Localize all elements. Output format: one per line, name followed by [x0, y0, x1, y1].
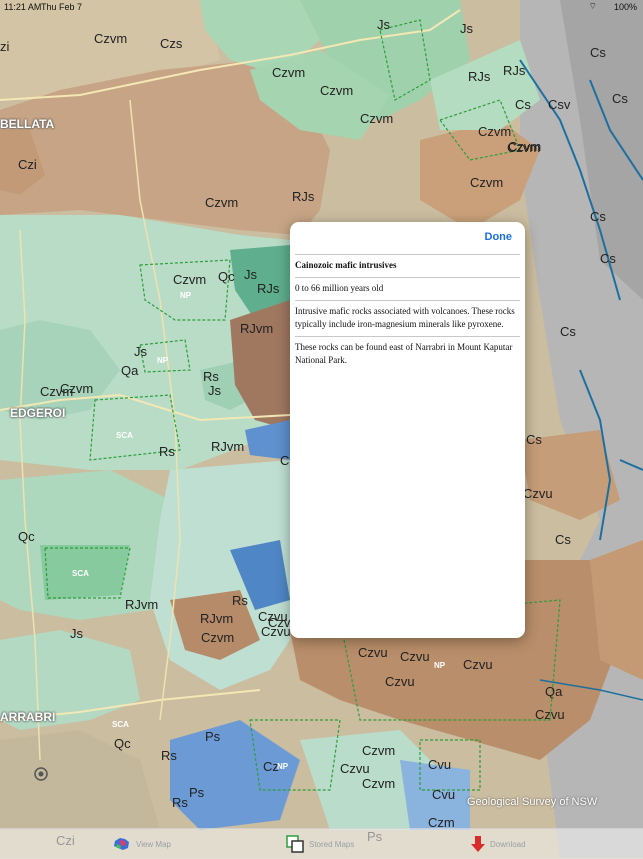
unit-age: 0 to 66 million years old	[295, 277, 520, 300]
unit-label[interactable]: RJvm	[240, 322, 273, 335]
stored-maps-label: Stored Maps	[309, 839, 355, 849]
unit-label[interactable]: Cvu	[432, 788, 455, 801]
unit-label[interactable]: Cs	[555, 533, 571, 546]
unit-label[interactable]: Czvm	[201, 631, 234, 644]
town-label: BELLATA	[0, 117, 55, 131]
unit-label[interactable]: RJs	[292, 190, 314, 203]
unit-label[interactable]: Ps	[205, 730, 220, 743]
unit-label[interactable]: Cs	[612, 92, 628, 105]
status-bar: 11:21 AM Thu Feb 7 ⌔ 100%	[0, 0, 643, 14]
park-label: SCA	[72, 569, 89, 578]
unit-label[interactable]: Rs	[159, 445, 175, 458]
unit-label[interactable]: Qc	[114, 737, 131, 750]
unit-label[interactable]: Czvu	[358, 646, 388, 659]
unit-info-popover: Done Cainozoic mafic intrusives 0 to 66 …	[290, 222, 525, 638]
map-credit: Geological Survey of NSW	[467, 796, 598, 808]
unit-label[interactable]: Js	[460, 22, 473, 35]
unit-label[interactable]: Cs	[560, 325, 576, 338]
park-label: SCA	[116, 431, 133, 440]
unit-label[interactable]: RJs	[468, 70, 490, 83]
status-date: Thu Feb 7	[41, 2, 83, 12]
unit-location: These rocks can be found east of Narrabr…	[295, 336, 520, 372]
done-button[interactable]: Done	[485, 231, 513, 243]
download-label: Download	[490, 839, 526, 849]
unit-label[interactable]: Czvm	[362, 777, 395, 790]
unit-label[interactable]: Czvm	[360, 112, 393, 125]
unit-title: Cainozoic mafic intrusives	[295, 254, 520, 277]
unit-label[interactable]: Js	[208, 384, 221, 397]
unit-label[interactable]: Czvm	[362, 744, 395, 757]
unit-label[interactable]: Czvu	[261, 625, 291, 638]
download-button[interactable]: Download	[471, 829, 526, 859]
unit-label[interactable]: Cs	[526, 433, 542, 446]
unit-label[interactable]: Czi	[18, 158, 37, 171]
unit-label[interactable]: Czvu	[535, 708, 565, 721]
wifi-icon: ⌔	[588, 1, 597, 11]
unit-label[interactable]: Rs	[161, 749, 177, 762]
unit-label[interactable]: Js	[377, 18, 390, 31]
battery-indicator: 100%	[613, 2, 637, 12]
unit-description: Intrusive mafic rocks associated with vo…	[295, 300, 520, 336]
unit-label[interactable]: RJvm	[200, 612, 233, 625]
unit-label[interactable]: Czvm	[205, 196, 238, 209]
unit-label[interactable]: Czvm	[173, 273, 206, 286]
unit-label[interactable]: Czvu	[463, 658, 493, 671]
unit-label[interactable]: Js	[244, 268, 257, 281]
unit-label[interactable]: Czvm	[478, 125, 511, 138]
download-arrow-icon	[471, 836, 485, 852]
unit-label[interactable]: zi	[0, 40, 9, 53]
unit-label[interactable]: Czs	[160, 37, 182, 50]
unit-label[interactable]: Rs	[172, 796, 188, 809]
view-map-label: View Map	[136, 839, 171, 849]
unit-label[interactable]: Js	[134, 345, 147, 358]
unit-label[interactable]: Czvu	[340, 762, 370, 775]
unit-label[interactable]: Rs	[232, 594, 248, 607]
unit-label[interactable]: RJvm	[125, 598, 158, 611]
unit-label[interactable]: Czvm	[272, 66, 305, 79]
unit-label[interactable]: RJvm	[211, 440, 244, 453]
unit-label[interactable]: Czvu	[523, 487, 553, 500]
unit-label[interactable]: RJs	[503, 64, 525, 77]
australia-map-icon	[114, 838, 129, 850]
unit-label[interactable]: Czvm	[320, 84, 353, 97]
stored-maps-button[interactable]: Stored Maps	[286, 829, 354, 859]
park-label: NP	[157, 356, 169, 365]
unit-label[interactable]: Qc	[18, 530, 35, 543]
unit-label[interactable]: Czvm	[94, 32, 127, 45]
unit-label[interactable]: Qa	[545, 685, 562, 698]
town-label: EDGEROI	[10, 406, 66, 420]
unit-label[interactable]: Rs	[203, 370, 219, 383]
unit-label[interactable]: Cs	[600, 252, 616, 265]
unit-label[interactable]: Ps	[189, 786, 204, 799]
view-map-button[interactable]: View Map	[113, 829, 171, 859]
unit-label[interactable]: RJs	[257, 282, 279, 295]
unit-label[interactable]: Cvu	[428, 758, 451, 771]
unit-label[interactable]: Czvm	[40, 385, 73, 398]
unit-label[interactable]: Csv	[548, 98, 570, 111]
unit-label[interactable]: Czvu	[385, 675, 415, 688]
town-label: ARRABRI	[0, 710, 56, 724]
park-label: SCA	[112, 720, 129, 729]
status-time: 11:21 AM	[4, 2, 42, 12]
unit-label[interactable]: Czvm	[470, 176, 503, 189]
unit-label[interactable]: Czvm	[508, 140, 541, 153]
unit-label[interactable]: Js	[70, 627, 83, 640]
unit-label[interactable]: Qc	[218, 270, 235, 283]
stacked-squares-icon	[286, 835, 304, 853]
unit-label[interactable]: Qa	[121, 364, 138, 377]
park-label: NP	[434, 661, 446, 670]
unit-label[interactable]: Cs	[590, 46, 606, 59]
unit-label[interactable]: Cs	[590, 210, 606, 223]
park-label: NP	[180, 291, 192, 300]
unit-label[interactable]: Cs	[515, 98, 531, 111]
bottom-toolbar: View Map Stored Maps Download	[0, 828, 643, 859]
park-label: NP	[277, 762, 289, 771]
unit-label[interactable]: Czvu	[400, 650, 430, 663]
